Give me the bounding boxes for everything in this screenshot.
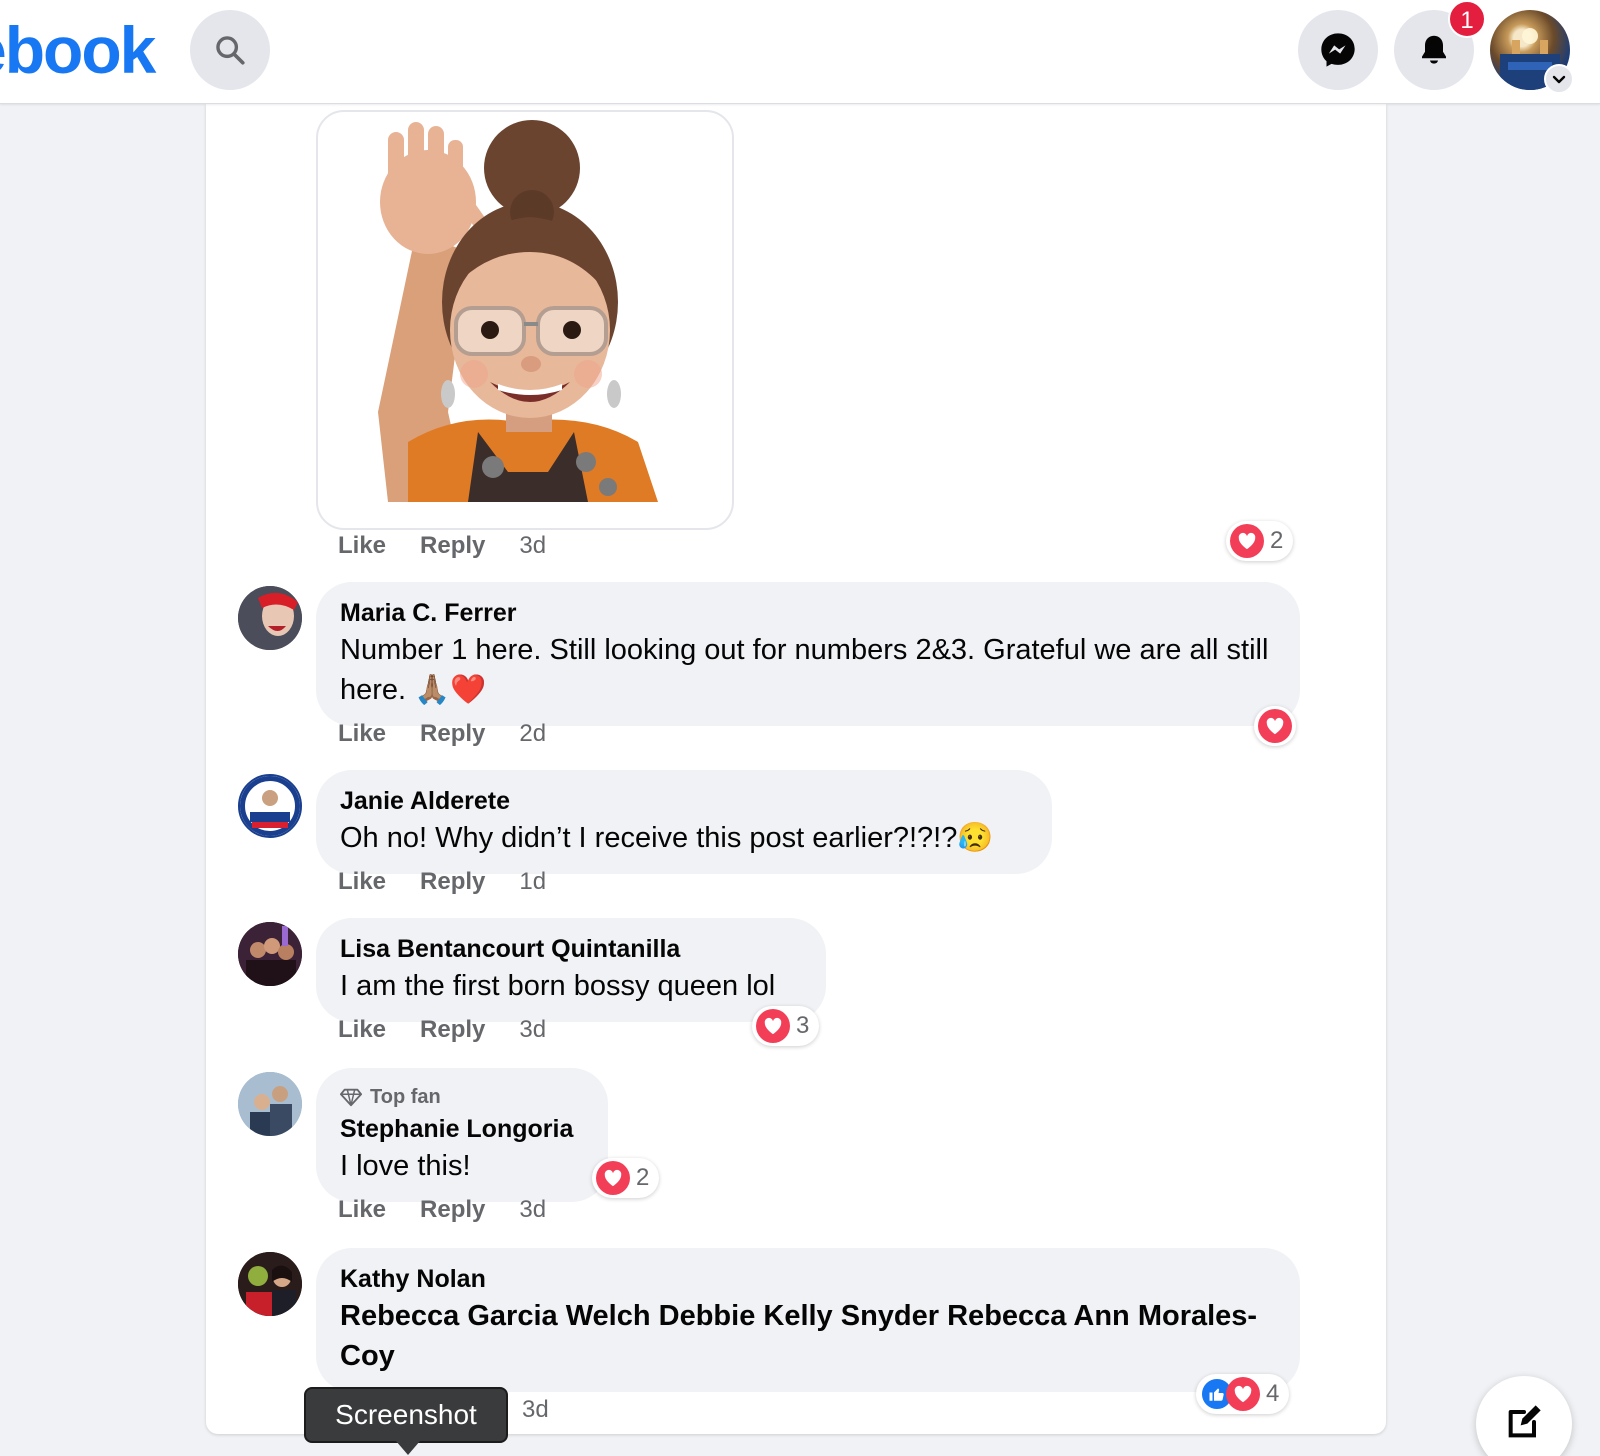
reaction-count: 4 [1266,1380,1280,1407]
notification-count-badge: 1 [1448,0,1486,38]
reaction-summary[interactable]: 2 [592,1158,660,1198]
new-message-button[interactable] [1476,1376,1572,1456]
commenter-avatar[interactable] [238,1072,302,1136]
reply-link[interactable]: Reply [420,868,485,900]
comment-timestamp[interactable]: 2d [519,720,546,752]
comment-sticker-image[interactable] [316,110,734,530]
messenger-icon [1321,33,1355,67]
reaction-summary[interactable]: 4 [1196,1374,1290,1414]
comment-bubble: Janie Alderete Oh no! Why didn’t I recei… [316,770,1052,874]
comment-actions-3: Like Reply 1d [338,868,546,900]
search-button[interactable] [190,10,270,90]
reaction-summary[interactable] [1254,706,1296,746]
comment-timestamp[interactable]: 3d [519,532,546,564]
commenter-avatar[interactable] [238,586,302,650]
love-reaction-icon [1230,524,1264,558]
reply-link[interactable]: Reply [420,1196,485,1228]
comment-author[interactable]: Kathy Nolan [340,1262,1276,1296]
top-fan-badge: Top fan [340,1082,584,1112]
chevron-down-icon [1552,75,1566,84]
tooltip-arrow [396,1441,420,1455]
comment-text: Number 1 here. Still looking out for num… [340,634,1269,706]
avatar-photo [238,586,302,650]
avatar-photo [240,776,300,836]
comment-bubble: Maria C. Ferrer Number 1 here. Still loo… [316,582,1300,726]
comment-actions-6: 3d [522,1396,549,1428]
memoji-waving-sticker [378,120,658,502]
facebook-logo[interactable]: ebook [0,14,156,86]
comment-author[interactable]: Maria C. Ferrer [340,596,1276,630]
like-link[interactable]: Like [338,720,386,752]
avatar-photo [238,1252,302,1316]
reply-link[interactable]: Reply [420,532,485,564]
comment-actions-2: Like Reply 2d [338,720,546,752]
comment-actions-5: Like Reply 3d [338,1196,546,1228]
screenshot-tooltip: Screenshot [304,1387,508,1443]
comment-timestamp[interactable]: 3d [522,1396,549,1428]
comment-bubble: Top fan Stephanie Longoria I love this! [316,1068,608,1202]
comment-bubble: Lisa Bentancourt Quintanilla I am the fi… [316,918,826,1022]
compose-icon [1508,1405,1541,1438]
comment-text: I love this! [340,1150,471,1182]
commenter-avatar[interactable] [238,922,302,986]
love-reaction-icon [596,1161,630,1195]
top-navigation-bar: ebook 1 [0,0,1600,104]
reply-link[interactable]: Reply [420,1016,485,1048]
comment-author[interactable]: Stephanie Longoria [340,1112,584,1146]
comment-timestamp[interactable]: 3d [519,1016,546,1048]
like-link[interactable]: Like [338,1196,386,1228]
comment-timestamp[interactable]: 3d [519,1196,546,1228]
like-link[interactable]: Like [338,868,386,900]
reply-link[interactable]: Reply [420,720,485,752]
search-icon [216,36,245,65]
like-link[interactable]: Like [338,532,386,564]
bell-icon [1422,35,1446,64]
messenger-button[interactable] [1298,10,1378,90]
comment-author[interactable]: Lisa Bentancourt Quintanilla [340,932,802,966]
love-reaction-icon [1226,1377,1260,1411]
reaction-summary[interactable]: 2 [1226,521,1294,561]
comment-author[interactable]: Janie Alderete [340,784,1028,818]
love-reaction-icon [1258,709,1292,743]
reaction-count: 2 [1270,527,1284,554]
like-link[interactable]: Like [338,1016,386,1048]
diamond-icon [340,1088,362,1107]
avatar-photo [238,922,302,986]
comment-actions-1: Like Reply 3d [338,532,546,564]
account-menu-button[interactable] [1544,64,1574,94]
comment-text-tagged-users[interactable]: Rebecca Garcia Welch Debbie Kelly Snyder… [340,1296,1276,1376]
top-fan-label: Top fan [370,1086,441,1108]
comment-actions-4: Like Reply 3d [338,1016,546,1048]
reaction-count: 2 [636,1164,650,1191]
commenter-avatar[interactable] [238,774,302,838]
commenter-avatar[interactable] [238,1252,302,1316]
reaction-summary[interactable]: 3 [752,1006,820,1046]
comment-text: Oh no! Why didn’t I receive this post ea… [340,822,994,854]
comment-bubble: Kathy Nolan Rebecca Garcia Welch Debbie … [316,1248,1300,1392]
avatar-photo [238,1072,302,1136]
love-reaction-icon [756,1009,790,1043]
comment-timestamp[interactable]: 1d [519,868,546,900]
reaction-count: 3 [796,1012,810,1039]
comment-text: I am the first born bossy queen lol [340,970,776,1002]
